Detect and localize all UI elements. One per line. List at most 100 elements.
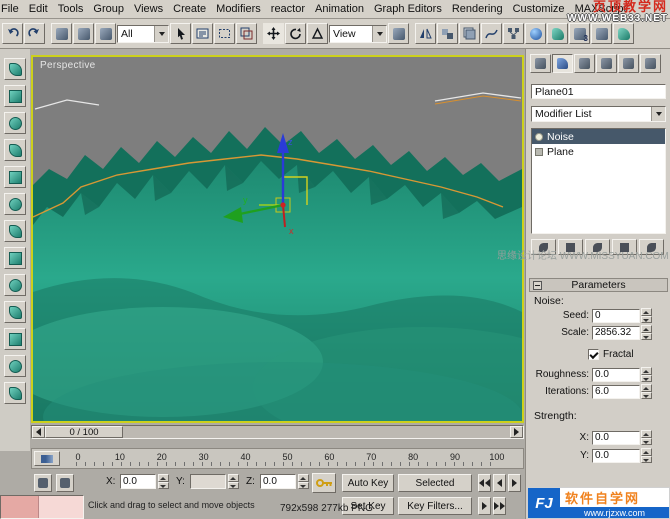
go-to-start-button[interactable] [478,474,491,492]
reactor-tool-icon[interactable] [4,220,26,242]
set-keys-key-icon[interactable] [312,473,336,493]
menu-tools[interactable]: Tools [53,1,89,17]
x-coord-input[interactable]: 0.0 [120,474,156,489]
absolute-offset-toggle-icon[interactable] [56,474,74,492]
rectangular-selection-region-icon[interactable] [214,23,235,44]
scale-input[interactable]: 2856.32 [592,326,640,340]
schematic-view-icon[interactable] [503,23,524,44]
menu-edit[interactable]: Edit [24,1,53,17]
selection-lock-toggle-icon[interactable] [34,474,52,492]
tab-utilities-icon[interactable] [640,54,661,73]
tab-modify-icon[interactable] [552,54,573,73]
z-coord-input[interactable]: 0.0 [260,474,296,489]
auto-key-button[interactable]: Auto Key [342,474,394,492]
reference-coordsys-dropdown[interactable]: View [329,25,387,43]
x-coord-spinner[interactable] [158,474,169,489]
reactor-tool-icon[interactable] [4,58,26,80]
mini-listener-handle[interactable] [1,496,39,518]
key-filters-button[interactable]: Key Filters... [398,497,472,515]
strength-x-input[interactable]: 0.0 [592,431,640,445]
mirror-icon[interactable] [415,23,436,44]
mini-curve-editor-button[interactable] [34,451,60,466]
fractal-checkbox[interactable] [588,349,599,360]
iterations-spinner[interactable] [641,384,652,399]
seed-spinner[interactable] [641,308,652,323]
object-name-field[interactable]: Plane01 [531,84,666,99]
stack-item-plane[interactable]: Plane [532,144,665,159]
align-icon[interactable] [437,23,458,44]
render-scene-icon[interactable] [547,23,568,44]
chevron-down-icon[interactable] [154,26,168,42]
chevron-down-icon[interactable] [651,107,665,121]
undo-icon[interactable] [2,23,23,44]
previous-frame-button[interactable] [493,474,506,492]
strength-y-input[interactable]: 0.0 [592,449,640,463]
quick-render-icon[interactable] [613,23,634,44]
menu-customize[interactable]: Customize [508,1,570,17]
bind-to-space-warp-icon[interactable] [95,23,116,44]
material-editor-icon[interactable] [525,23,546,44]
time-slider-handle[interactable]: 0 / 100 [45,426,123,438]
menu-reactor[interactable]: reactor [266,1,310,17]
z-coord-spinner[interactable] [298,474,309,489]
track-bar[interactable]: 0 10 20 30 40 50 60 70 80 90 100 [31,448,524,469]
menu-animation[interactable]: Animation [310,1,369,17]
maxscript-mini-listener[interactable] [0,495,84,519]
reactor-tool-icon[interactable] [4,85,26,107]
tab-motion-icon[interactable] [596,54,617,73]
selection-filter-dropdown[interactable]: All [117,25,169,43]
selected-dropdown-button[interactable]: Selected [398,474,472,492]
modifier-enable-bulb-icon[interactable] [535,133,543,141]
reactor-tool-icon[interactable] [4,166,26,188]
reactor-tool-icon[interactable] [4,274,26,296]
tab-display-icon[interactable] [618,54,639,73]
reactor-tool-icon[interactable] [4,382,26,404]
reactor-tool-icon[interactable] [4,355,26,377]
tab-create-icon[interactable] [530,54,551,73]
menu-views[interactable]: Views [129,1,168,17]
iterations-input[interactable]: 6.0 [592,385,640,399]
reactor-tool-icon[interactable] [4,328,26,350]
select-and-link-icon[interactable] [51,23,72,44]
reactor-tool-icon[interactable] [4,193,26,215]
time-slider-right-arrow[interactable] [510,426,523,438]
scale-spinner[interactable] [641,325,652,340]
strength-x-spinner[interactable] [641,430,652,445]
go-to-end-button[interactable] [493,497,506,515]
snaps-toggle-icon[interactable]: 3 [569,23,590,44]
render-type-icon[interactable] [591,23,612,44]
stack-item-noise[interactable]: Noise [532,129,665,144]
menu-rendering[interactable]: Rendering [447,1,508,17]
play-animation-button[interactable] [508,474,521,492]
menu-file[interactable]: File [0,1,24,17]
reactor-tool-icon[interactable] [4,112,26,134]
seed-input[interactable]: 0 [592,309,640,323]
y-coord-spinner[interactable] [228,474,239,489]
unlink-selection-icon[interactable] [73,23,94,44]
parameters-rollout-header[interactable]: Parameters [529,278,668,292]
time-slider[interactable]: 0 / 100 [31,425,524,439]
reactor-tool-icon[interactable] [4,247,26,269]
time-slider-track[interactable] [123,426,510,438]
menu-group[interactable]: Group [88,1,129,17]
select-and-scale-icon[interactable] [307,23,328,44]
viewport-label[interactable]: Perspective [40,60,96,71]
select-object-icon[interactable] [170,23,191,44]
time-slider-left-arrow[interactable] [32,426,45,438]
roughness-input[interactable]: 0.0 [592,368,640,382]
window-crossing-toggle-icon[interactable] [236,23,257,44]
menu-create[interactable]: Create [168,1,211,17]
menu-graph-editors[interactable]: Graph Editors [369,1,447,17]
next-frame-button[interactable] [478,497,491,515]
reactor-tool-icon[interactable] [4,301,26,323]
menu-modifiers[interactable]: Modifiers [211,1,266,17]
y-coord-input[interactable] [190,474,226,489]
perspective-viewport[interactable]: z y x Perspective [31,55,524,423]
tab-hierarchy-icon[interactable] [574,54,595,73]
layer-manager-icon[interactable] [459,23,480,44]
roughness-spinner[interactable] [641,367,652,382]
select-and-rotate-icon[interactable] [285,23,306,44]
strength-y-spinner[interactable] [641,448,652,463]
chevron-down-icon[interactable] [372,26,386,42]
select-by-name-icon[interactable] [192,23,213,44]
